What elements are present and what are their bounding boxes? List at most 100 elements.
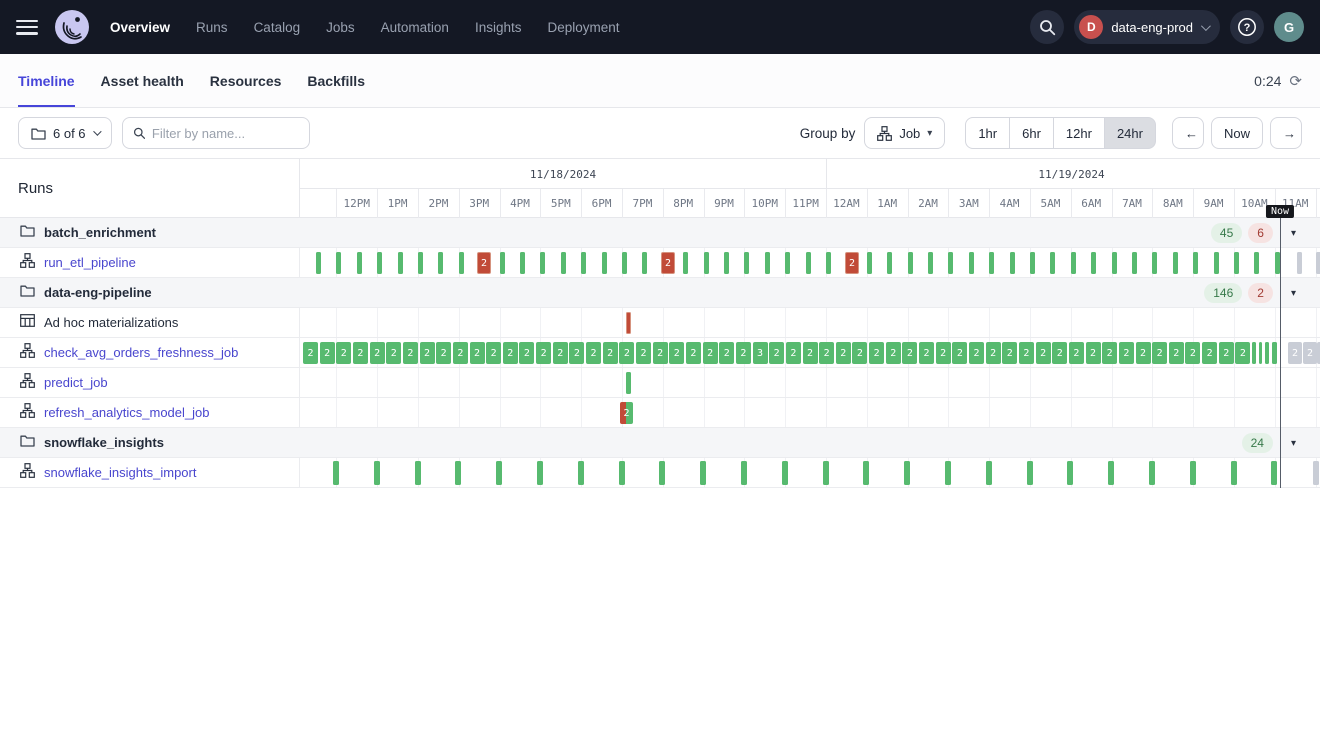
run-mark[interactable]	[806, 252, 811, 274]
tab-backfills[interactable]: Backfills	[307, 54, 365, 107]
run-mark[interactable]	[357, 252, 362, 274]
run-mark[interactable]: 2	[436, 342, 451, 364]
run-mark[interactable]: 2	[686, 342, 701, 364]
run-mark[interactable]	[867, 252, 872, 274]
code-location-filter-button[interactable]: 6 of 6	[18, 117, 112, 149]
expand-caret-icon[interactable]: ▾	[1291, 438, 1296, 449]
run-mark[interactable]	[537, 461, 543, 485]
run-mark[interactable]	[1259, 342, 1263, 364]
range-6hr[interactable]: 6hr	[1009, 117, 1054, 149]
tab-asset-health[interactable]: Asset health	[101, 54, 184, 107]
run-mark[interactable]	[1316, 252, 1320, 274]
run-mark[interactable]	[704, 252, 709, 274]
run-mark[interactable]	[642, 252, 647, 274]
run-mark[interactable]	[989, 252, 994, 274]
run-mark[interactable]: 2	[453, 342, 468, 364]
run-mark[interactable]	[1252, 342, 1256, 364]
run-mark[interactable]	[377, 252, 382, 274]
run-mark[interactable]: 2	[952, 342, 967, 364]
run-mark[interactable]: 2	[1219, 342, 1234, 364]
run-mark[interactable]	[945, 461, 951, 485]
run-mark[interactable]: 2	[353, 342, 368, 364]
run-mark[interactable]: 2	[1102, 342, 1117, 364]
run-mark[interactable]: 2	[1086, 342, 1101, 364]
user-avatar[interactable]: G	[1274, 12, 1304, 42]
run-mark[interactable]	[500, 252, 505, 274]
run-mark[interactable]: 2	[936, 342, 951, 364]
run-mark[interactable]: 2	[370, 342, 385, 364]
run-mark[interactable]	[1265, 342, 1269, 364]
run-mark[interactable]	[626, 372, 631, 394]
run-mark[interactable]: 2	[1019, 342, 1034, 364]
run-mark[interactable]	[1214, 252, 1219, 274]
run-mark[interactable]: 2	[1288, 342, 1302, 364]
run-mark[interactable]	[1313, 461, 1319, 485]
run-mark[interactable]: 2	[503, 342, 518, 364]
tab-resources[interactable]: Resources	[210, 54, 282, 107]
run-mark[interactable]	[1010, 252, 1015, 274]
run-mark[interactable]	[418, 252, 423, 274]
run-mark[interactable]	[863, 461, 869, 485]
run-mark[interactable]	[336, 252, 341, 274]
row-name[interactable]: run_etl_pipeline	[44, 255, 136, 270]
run-mark[interactable]	[826, 252, 831, 274]
run-mark[interactable]: 2	[669, 342, 684, 364]
expand-caret-icon[interactable]: ▾	[1291, 228, 1296, 239]
run-mark[interactable]	[415, 461, 421, 485]
run-mark[interactable]: 2	[886, 342, 901, 364]
timeline-now-button[interactable]: Now	[1211, 117, 1263, 149]
run-mark[interactable]	[948, 252, 953, 274]
timeline-next-button[interactable]: →	[1270, 117, 1302, 149]
run-mark[interactable]: 2	[845, 252, 859, 274]
row-name[interactable]: snowflake_insights_import	[44, 465, 196, 480]
nav-item-runs[interactable]: Runs	[196, 20, 228, 35]
run-mark[interactable]	[1231, 461, 1237, 485]
run-mark[interactable]: 2	[569, 342, 584, 364]
run-mark[interactable]	[1027, 461, 1033, 485]
run-mark[interactable]	[455, 461, 461, 485]
tab-timeline[interactable]: Timeline	[18, 54, 75, 107]
run-mark[interactable]	[683, 252, 688, 274]
run-mark[interactable]: 2	[1202, 342, 1217, 364]
run-mark[interactable]: 2	[703, 342, 718, 364]
run-mark[interactable]	[1190, 461, 1196, 485]
run-mark[interactable]: 2	[819, 342, 834, 364]
run-mark[interactable]: 2	[470, 342, 485, 364]
run-mark[interactable]: 2	[477, 252, 491, 274]
run-mark[interactable]	[785, 252, 790, 274]
run-mark[interactable]	[1050, 252, 1055, 274]
run-mark[interactable]	[908, 252, 913, 274]
nav-item-deployment[interactable]: Deployment	[547, 20, 619, 35]
run-mark[interactable]	[1067, 461, 1073, 485]
run-mark[interactable]	[1112, 252, 1117, 274]
run-mark[interactable]	[578, 461, 584, 485]
run-mark[interactable]	[659, 461, 665, 485]
run-mark[interactable]	[887, 252, 892, 274]
run-mark[interactable]	[581, 252, 586, 274]
run-mark[interactable]	[438, 252, 443, 274]
run-mark[interactable]: 2	[486, 342, 501, 364]
run-mark[interactable]: 2	[586, 342, 601, 364]
run-mark[interactable]	[969, 252, 974, 274]
run-mark[interactable]	[1091, 252, 1096, 274]
nav-item-catalog[interactable]: Catalog	[254, 20, 301, 35]
run-mark[interactable]: 2	[661, 252, 675, 274]
run-mark[interactable]	[823, 461, 829, 485]
run-mark[interactable]	[561, 252, 566, 274]
row-name[interactable]: check_avg_orders_freshness_job	[44, 345, 238, 360]
run-mark[interactable]: 2	[636, 342, 651, 364]
run-mark[interactable]: 2	[719, 342, 734, 364]
run-mark[interactable]: 2	[1052, 342, 1067, 364]
run-mark[interactable]	[520, 252, 525, 274]
run-mark[interactable]: 3	[753, 342, 768, 364]
run-mark[interactable]	[374, 461, 380, 485]
run-mark[interactable]	[1271, 461, 1277, 485]
run-mark[interactable]: 2	[336, 342, 351, 364]
run-mark[interactable]	[1297, 252, 1302, 274]
run-mark[interactable]	[741, 461, 747, 485]
run-mark[interactable]	[398, 252, 403, 274]
nav-item-automation[interactable]: Automation	[381, 20, 449, 35]
name-filter[interactable]	[122, 117, 310, 149]
timeline-prev-button[interactable]: ←	[1172, 117, 1204, 149]
run-mark[interactable]	[540, 252, 545, 274]
